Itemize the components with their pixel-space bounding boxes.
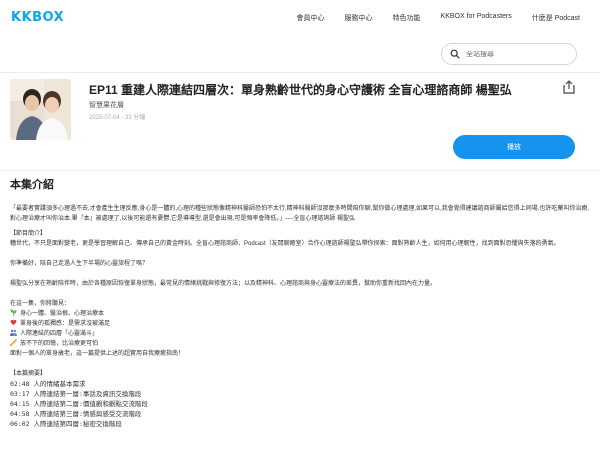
chapter-timestamp[interactable]: 02:48 人的情緒基本需求: [10, 379, 592, 389]
episode-meta: 2025-07-04 · 33 分鐘: [89, 115, 146, 121]
list-header: 在這一集，你將聽見：: [10, 301, 71, 307]
intro-paragraph: 楊聖弘分享在熟齡陪伴時，由於各種原因恢復單身狀態，最常見的情緒挑戰與修復方法；以…: [10, 281, 437, 287]
episode-title: EP11 重建人際連結四層次：單身熟齡世代的身心守護術 全盲心理諮商師 楊聖弘: [89, 83, 512, 97]
people-icon: [10, 329, 17, 336]
site-search[interactable]: [441, 43, 577, 65]
section-divider: [0, 170, 600, 171]
kkbox-logo[interactable]: KKBOX: [11, 10, 64, 25]
chapter-timestamp[interactable]: 04:58 人際連結第三層:情感與感受交流階段: [10, 409, 592, 419]
chapters-header: 【本篇摘要】: [10, 371, 47, 377]
guide-body: 糟世代，不只是面對變老，更是學習理解自己、傳承自己的黃金時刻。全盲心理諮商師、P…: [10, 241, 560, 247]
heart-icon: [10, 319, 17, 326]
top-nav: 會員中心 服務中心 特色功能 KKBOX for Podcasters 什麼是 …: [297, 13, 580, 23]
nav-for-podcasters[interactable]: KKBOX for Podcasters: [441, 13, 512, 23]
list-item: 放不下的回憶，比治療更可怕: [10, 339, 592, 349]
podcast-channel-name[interactable]: 智慧果花層: [89, 100, 124, 110]
list-item: 身心一體、醫治根、心理治療本: [10, 309, 592, 319]
nav-member-center[interactable]: 會員中心: [297, 13, 325, 23]
section-title: 本集介紹: [10, 179, 54, 191]
chapter-timestamp[interactable]: 04:15 人際連結第二層:價值觀和觀點交流階段: [10, 399, 592, 409]
list-item: 人際連結的四層「心靈滿斗」: [10, 329, 592, 339]
chapter-timestamp[interactable]: 06:02 人際連結第四層:秘密交換階段: [10, 419, 592, 429]
quote-paragraph: 「最要者實踐須多心理過不去,才會產生生理反應,身心是一體的,心理的種些狀態像精神…: [10, 206, 590, 222]
list-tail: 面對一個人的單身歲老，這一篇提供上述的超實用自我療癒指南！: [10, 351, 185, 357]
chapter-timestamp[interactable]: 03:17 人際連結第一層:事話及資訊交換階段: [10, 389, 592, 399]
question-line: 你準備好，陪自己走過人生下半場的心靈旅程了嗎？: [10, 261, 149, 267]
nav-what-is-podcast[interactable]: 什麼是 Podcast: [532, 13, 580, 23]
episode-cover-image: [10, 79, 71, 140]
nav-features[interactable]: 特色功能: [393, 13, 421, 23]
list-item: 單身後的孤獨感：是需求沒被滿足: [10, 319, 592, 329]
share-icon[interactable]: [563, 80, 575, 99]
episode-description: 「最要者實踐須多心理過不去,才會產生生理反應,身心是一體的,心理的種些狀態像精神…: [10, 204, 592, 429]
top-bar: KKBOX 會員中心 服務中心 特色功能 KKBOX for Podcaster…: [0, 0, 600, 36]
search-input[interactable]: [466, 50, 566, 58]
play-button[interactable]: 播放: [453, 135, 575, 159]
herb-icon: [10, 309, 17, 316]
note-icon: [10, 339, 17, 346]
search-icon: [450, 49, 460, 59]
guide-header: 【節目簡介】: [10, 231, 47, 237]
header-divider: [0, 72, 600, 73]
nav-service-center[interactable]: 服務中心: [345, 13, 373, 23]
